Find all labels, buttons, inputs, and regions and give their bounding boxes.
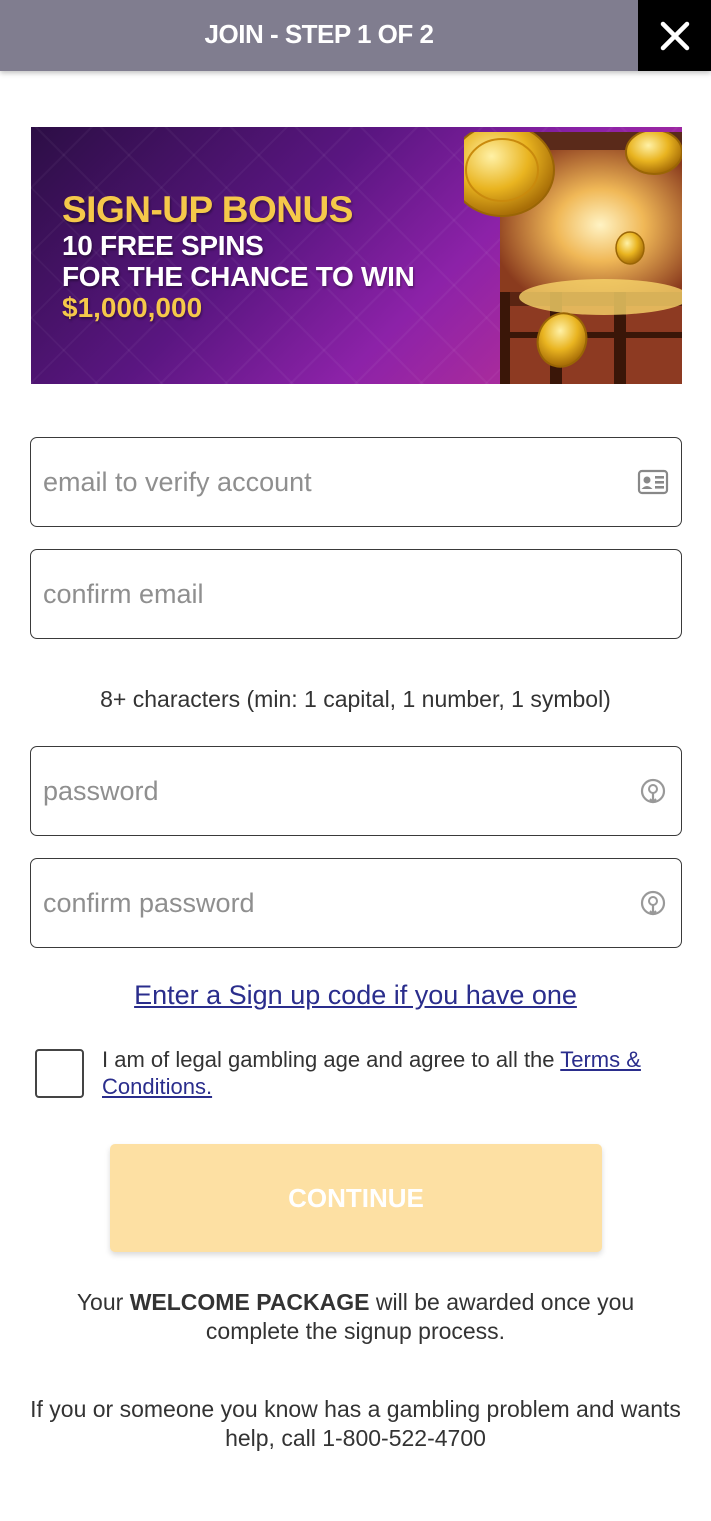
bonus-chance-to-win: FOR THE CHANCE TO WIN [62,261,415,292]
confirm-password-field[interactable] [41,859,625,947]
email-field-wrapper [30,437,682,527]
signup-code-link[interactable]: Enter a Sign up code if you have one [134,980,577,1010]
confirm-email-field-wrapper [30,549,682,639]
close-icon [660,21,689,50]
password-field-wrapper [30,746,682,836]
terms-prefix: I am of legal gambling age and agree to … [102,1047,555,1072]
continue-button[interactable]: CONTINUE [110,1144,602,1252]
top-bar: JOIN - STEP 1 OF 2 [0,0,711,71]
terms-checkbox[interactable] [35,1049,84,1098]
bonus-free-spins: 10 FREE SPINS [62,230,264,261]
terms-label: I am of legal gambling age and agree to … [102,1046,662,1100]
email-field[interactable] [41,438,625,526]
confirm-email-field[interactable] [41,550,625,638]
password-requirements-hint: 8+ characters (min: 1 capital, 1 number,… [100,686,611,712]
welcome-prefix: Your [76,1289,130,1315]
show-password-icon[interactable] [637,776,669,806]
confirm-password-field-wrapper [30,858,682,948]
signup-code-link-row: Enter a Sign up code if you have one [0,980,711,1011]
bonus-amount: $1,000,000 [62,292,203,323]
close-button[interactable] [638,0,711,71]
treasure-chest-illustration [464,132,682,384]
welcome-package-notice: Your WELCOME PACKAGE will be awarded onc… [40,1288,671,1346]
bonus-headline: SIGN-UP BONUS [62,189,353,230]
signup-bonus-banner: SIGN-UP BONUS 10 FREE SPINS FOR THE CHAN… [31,127,682,384]
contact-card-icon[interactable] [637,467,669,497]
show-password-icon[interactable] [637,888,669,918]
welcome-package-label: WELCOME PACKAGE [129,1289,370,1315]
banner-text: SIGN-UP BONUS 10 FREE SPINS FOR THE CHAN… [62,189,415,324]
gambling-help-notice: If you or someone you know has a gamblin… [30,1396,681,1451]
page-title: JOIN - STEP 1 OF 2 [204,19,434,49]
password-field[interactable] [41,747,625,835]
